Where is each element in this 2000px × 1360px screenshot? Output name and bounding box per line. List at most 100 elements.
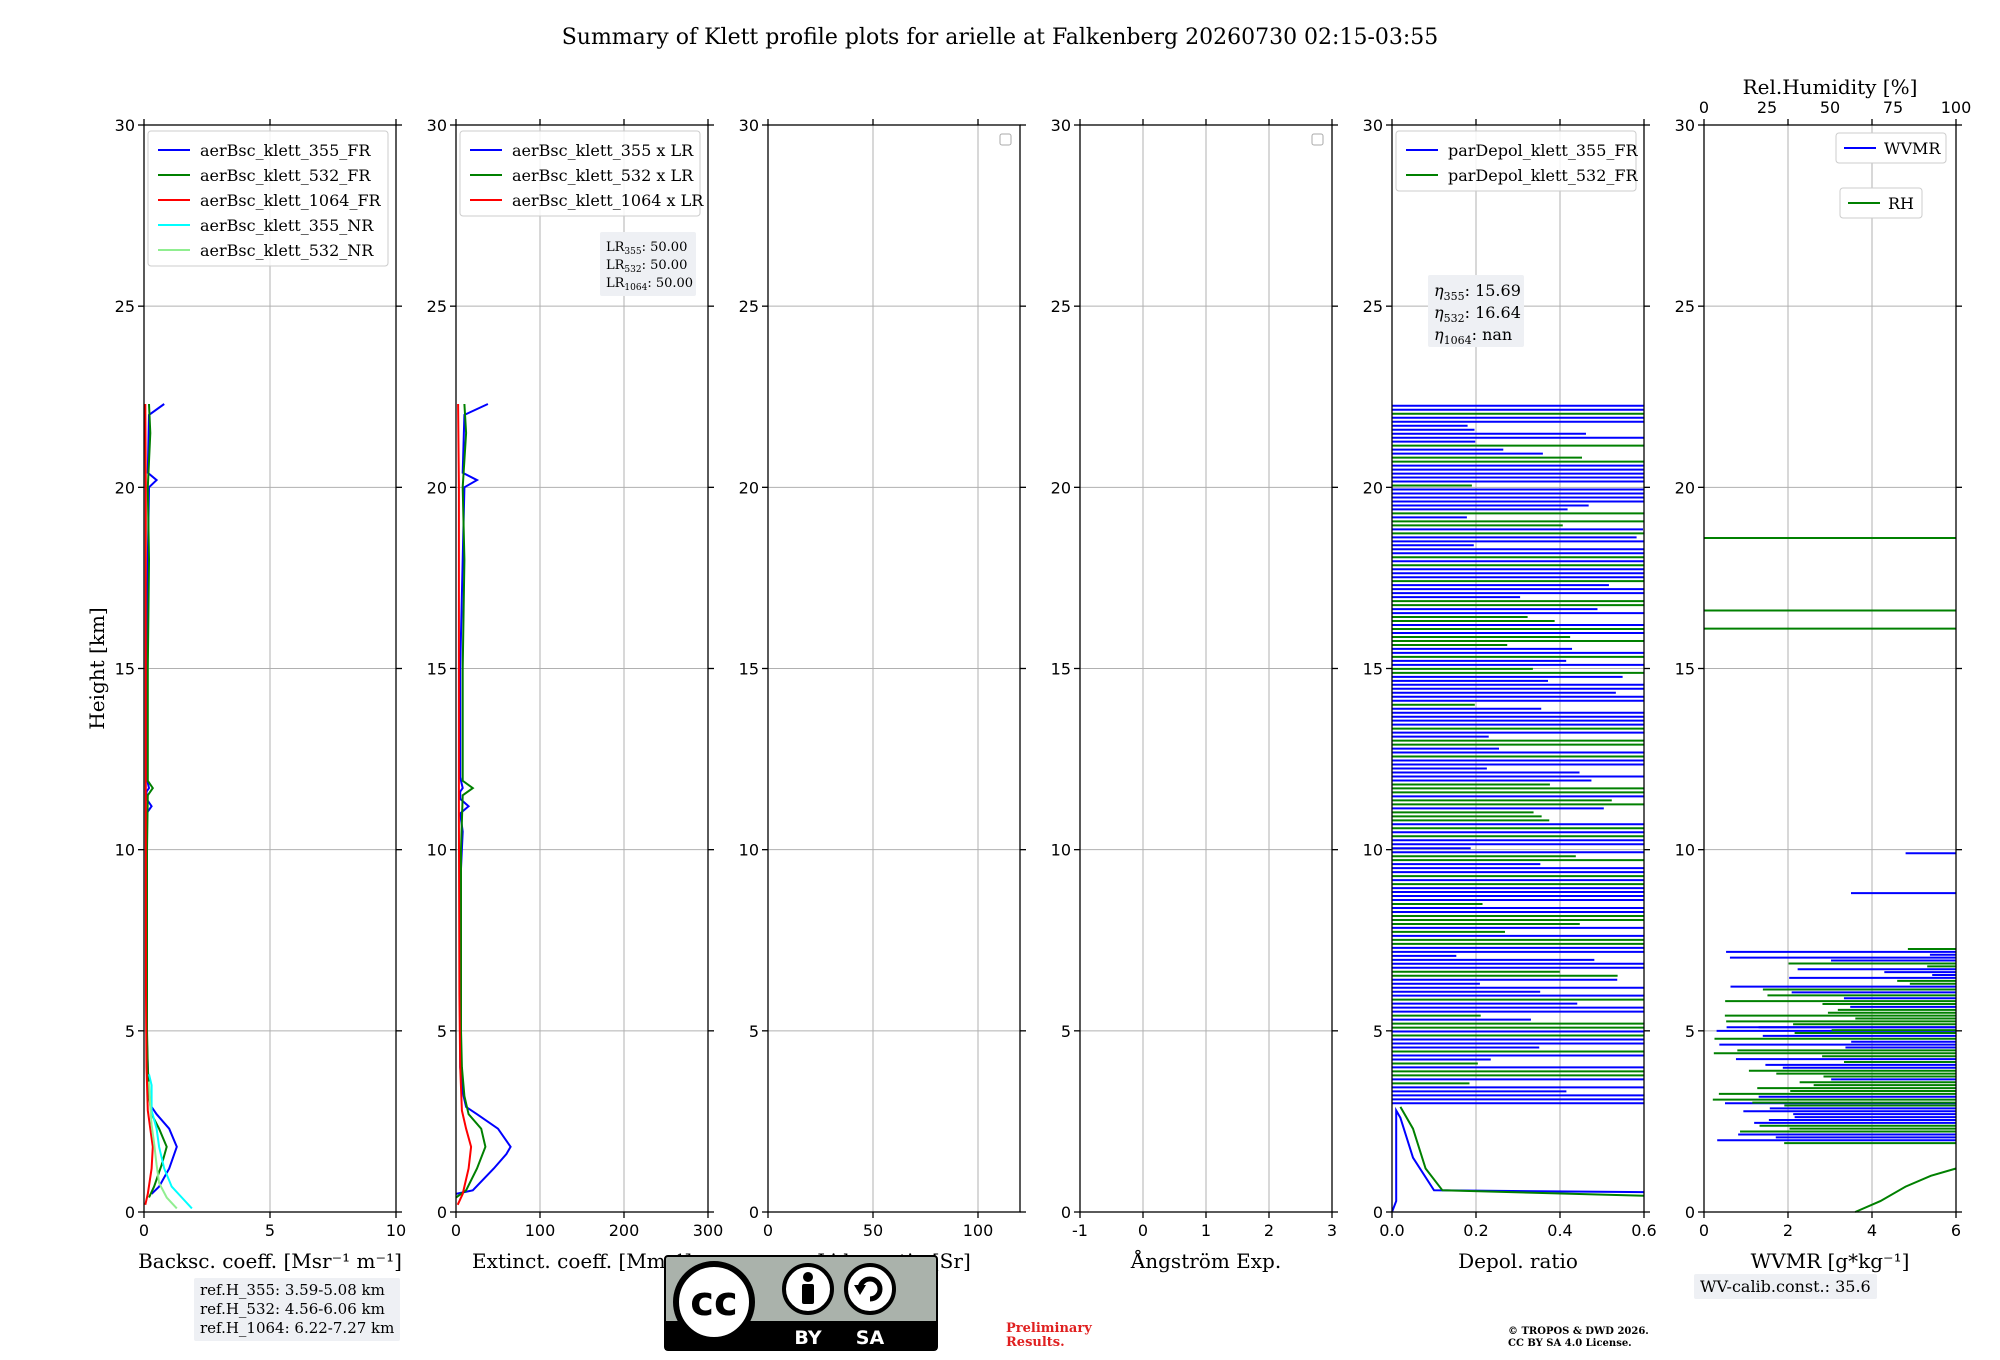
wv-calib-box: WV-calib.const.: 35.6 bbox=[1694, 1274, 1877, 1299]
x-axis-label: WVMR [g*kg⁻¹] bbox=[1751, 1249, 1910, 1273]
x-tick-label: 4 bbox=[1867, 1221, 1877, 1240]
x-tick-label: 3 bbox=[1327, 1221, 1337, 1240]
y-tick-label: 30 bbox=[1363, 116, 1383, 135]
x-axis-label: Backsc. coeff. [Msr⁻¹ m⁻¹] bbox=[138, 1249, 402, 1273]
y-tick-label: 25 bbox=[739, 297, 759, 316]
x-tick-label: 100 bbox=[963, 1221, 994, 1240]
series-line bbox=[148, 1074, 193, 1210]
y-tick-label: 5 bbox=[1685, 1022, 1695, 1041]
y-tick-label: 30 bbox=[739, 116, 759, 135]
x-tick-label: 50 bbox=[863, 1221, 883, 1240]
legend: aerBsc_klett_355 x LR aerBsc_klett_532 x … bbox=[459, 130, 704, 217]
sa-share-icon bbox=[844, 1263, 896, 1315]
x-tick-label: 6 bbox=[1951, 1221, 1961, 1240]
x-axis-label: Ångström Exp. bbox=[1130, 1248, 1281, 1273]
ref-height-532: ref.H_532: 4.56-6.06 km bbox=[200, 1300, 385, 1318]
y-tick-label: 15 bbox=[1051, 660, 1071, 679]
y-tick-label: 5 bbox=[1373, 1022, 1383, 1041]
preliminary-line-2: Results. bbox=[1006, 1335, 1065, 1350]
y-tick-label: 15 bbox=[739, 660, 759, 679]
x-tick-label: 0.0 bbox=[1379, 1221, 1404, 1240]
legend-label: aerBsc_klett_532_FR bbox=[200, 166, 371, 185]
panel-angstrom: -1 0 1 2 3051015202530Ångström Exp. bbox=[1051, 116, 1338, 1273]
x-tick-label: 0.2 bbox=[1463, 1221, 1488, 1240]
secondary-tick-label: 0 bbox=[1699, 98, 1709, 117]
y-tick-label: 30 bbox=[115, 116, 135, 135]
y-tick-label: 25 bbox=[427, 297, 447, 316]
lidar-ratio-annotation: LR355: 50.00LR532: 50.00LR1064: 50.00 bbox=[600, 232, 696, 296]
y-tick-label: 25 bbox=[1363, 297, 1383, 316]
y-tick-label: 10 bbox=[115, 841, 135, 860]
x-tick-label: 0 bbox=[1138, 1221, 1148, 1240]
x-tick-label: 100 bbox=[525, 1221, 556, 1240]
secondary-tick-label: 75 bbox=[1883, 98, 1903, 117]
y-tick-label: 20 bbox=[427, 478, 447, 497]
x-axis-label: Extinct. coeff. [Mm⁻¹] bbox=[472, 1249, 692, 1273]
x-tick-label: 0 bbox=[763, 1221, 773, 1240]
legend-label: aerBsc_klett_532 x LR bbox=[512, 166, 694, 185]
legend-label: aerBsc_klett_1064 x LR bbox=[512, 191, 704, 210]
series-line bbox=[1399, 1106, 1645, 1197]
y-tick-label: 5 bbox=[1061, 1022, 1071, 1041]
y-tick-label: 20 bbox=[739, 478, 759, 497]
y-tick-label: 0 bbox=[1685, 1203, 1695, 1222]
x-tick-label: 300 bbox=[693, 1221, 724, 1240]
secondary-tick-label: 50 bbox=[1820, 98, 1840, 117]
y-tick-label: 0 bbox=[1061, 1203, 1071, 1222]
y-tick-label: 25 bbox=[1675, 297, 1695, 316]
legend-label: parDepol_klett_355_FR bbox=[1448, 141, 1639, 160]
legend-label: aerBsc_klett_355_FR bbox=[200, 141, 371, 160]
x-tick-label: 5 bbox=[265, 1221, 275, 1240]
x-tick-label: 0.4 bbox=[1547, 1221, 1572, 1240]
copyright-note: © TROPOS & DWD 2026. CC BY SA 4.0 Licens… bbox=[1508, 1326, 1649, 1350]
cc-logo-text: cc bbox=[690, 1279, 737, 1325]
copyright-line-1: © TROPOS & DWD 2026. bbox=[1508, 1326, 1649, 1337]
x-tick-label: 200 bbox=[609, 1221, 640, 1240]
empty-legend-box bbox=[1311, 133, 1324, 146]
ref-height-1064: ref.H_1064: 6.22-7.27 km bbox=[200, 1319, 395, 1337]
y-tick-label: 30 bbox=[427, 116, 447, 135]
x-tick-label: 2 bbox=[1783, 1221, 1793, 1240]
y-tick-label: 30 bbox=[1051, 116, 1071, 135]
secondary-tick-label: 25 bbox=[1757, 98, 1777, 117]
preliminary-line-1: Preliminary bbox=[1006, 1321, 1092, 1336]
panel-extinction: 0 100 200 300 0 5 10 15 20 25 30 Extinct. coeff. [M… bbox=[427, 116, 724, 1273]
series-line bbox=[1391, 1106, 1645, 1213]
y-tick-label: 10 bbox=[1363, 841, 1383, 860]
lr-value: LR532: 50.00 bbox=[606, 258, 687, 275]
panel-depolarization: 0.0 0.2 0.4 0.6 0 5 10 15 20 25 30 Depol. ratio parD… bbox=[1363, 116, 1657, 1273]
copyright-line-2: CC BY SA 4.0 License. bbox=[1508, 1338, 1632, 1349]
legend-label: aerBsc_klett_1064_FR bbox=[200, 191, 382, 210]
legend-wvmr: WVMR bbox=[1835, 132, 1947, 164]
y-tick-label: 20 bbox=[1363, 478, 1383, 497]
secondary-axis-label: Rel.Humidity [%] bbox=[1743, 75, 1918, 99]
x-tick-label: 0 bbox=[1699, 1221, 1709, 1240]
y-tick-label: 30 bbox=[1675, 116, 1695, 135]
y-tick-label: 20 bbox=[115, 478, 135, 497]
legend-label: aerBsc_klett_355_NR bbox=[200, 216, 374, 235]
legend-label: parDepol_klett_532_FR bbox=[1448, 166, 1639, 185]
series-line bbox=[145, 403, 178, 1195]
legend: aerBsc_klett_355_FR aerBsc_klett_532_FRae… bbox=[147, 130, 389, 267]
legend-label: aerBsc_klett_355 x LR bbox=[512, 141, 694, 160]
y-tick-label: 10 bbox=[427, 841, 447, 860]
x-tick-label: 10 bbox=[386, 1221, 406, 1240]
y-tick-label: 25 bbox=[115, 297, 135, 316]
y-tick-label: 15 bbox=[1675, 660, 1695, 679]
panel-water-vapor: 0 2 4 6 0 5 10 15 20 25 30 WVMR [g*kg⁻¹] 0 25 50 75 100 R… bbox=[1675, 75, 1972, 1273]
y-tick-label: 15 bbox=[1363, 660, 1383, 679]
y-tick-label: 0 bbox=[1373, 1203, 1383, 1222]
preliminary-note: Preliminary Results. bbox=[1006, 1322, 1092, 1350]
legend-label: WVMR bbox=[1884, 139, 1941, 158]
y-tick-label: 5 bbox=[749, 1022, 759, 1041]
x-tick-label: 0 bbox=[451, 1221, 461, 1240]
lr-value: LR355: 50.00 bbox=[606, 240, 687, 257]
legend-label: RH bbox=[1888, 194, 1914, 213]
legend-rh: RH bbox=[1839, 187, 1923, 219]
ref-height-355: ref.H_355: 3.59-5.08 km bbox=[200, 1281, 385, 1299]
x-axis-label: Depol. ratio bbox=[1458, 1249, 1578, 1273]
y-tick-label: 0 bbox=[437, 1203, 447, 1222]
lr-value: LR1064: 50.00 bbox=[606, 276, 693, 293]
y-tick-label: 20 bbox=[1051, 478, 1071, 497]
legend: parDepol_klett_355_FR parDepol_klett_532_… bbox=[1395, 130, 1639, 192]
